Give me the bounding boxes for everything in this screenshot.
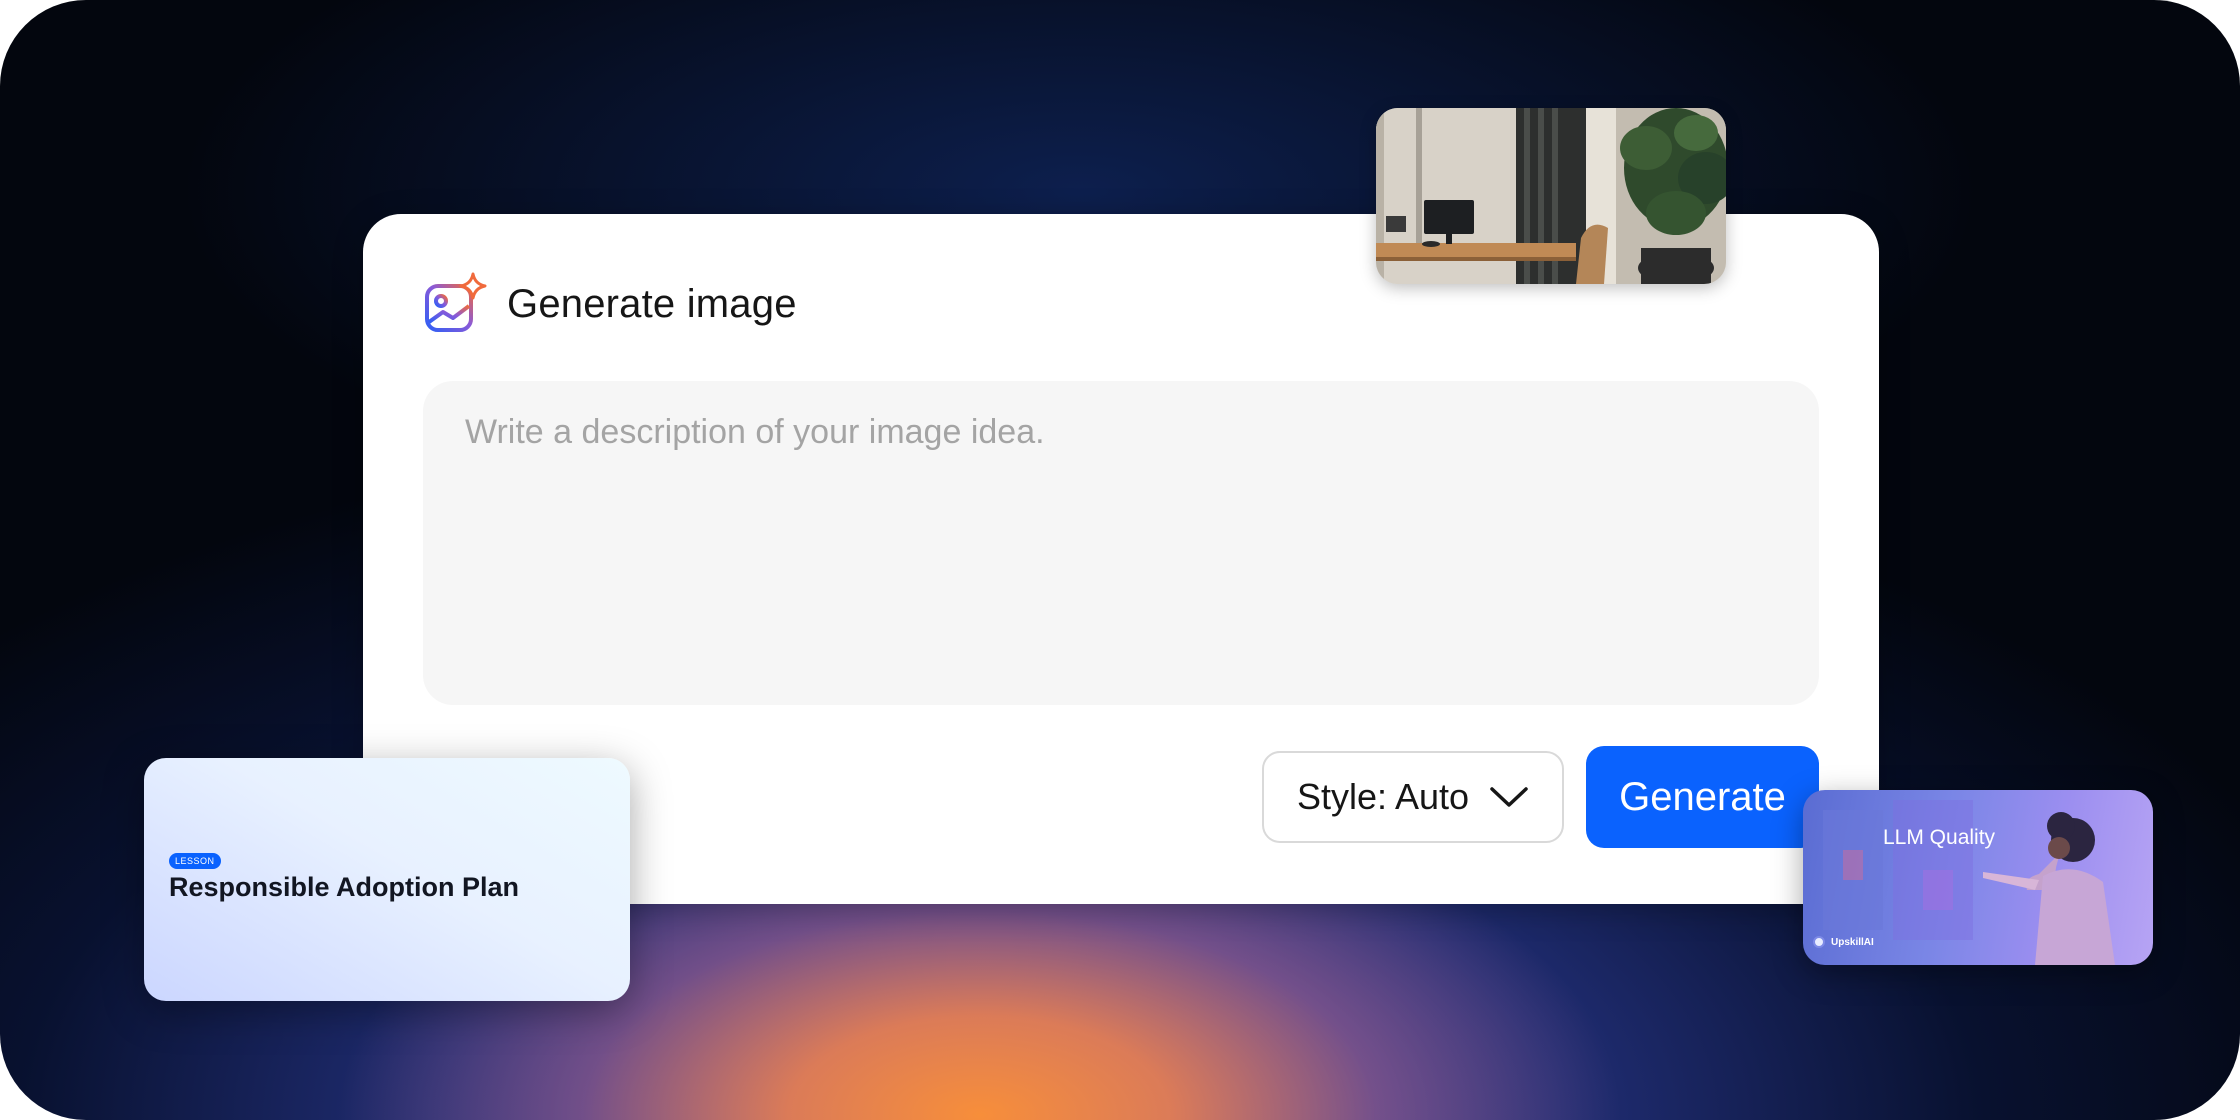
brand-logo-icon	[1813, 936, 1825, 948]
card-header: Generate image	[423, 272, 797, 336]
lesson-title: Responsible Adoption Plan	[169, 872, 520, 902]
llm-quality-card[interactable]: LLM Quality UpskillAI	[1803, 790, 2153, 965]
lesson-card[interactable]: LESSON Responsible Adoption Plan	[144, 758, 630, 1001]
brand-name: UpskillAI	[1831, 936, 1874, 948]
brand-label: UpskillAI	[1813, 936, 1874, 948]
llm-card-title: LLM Quality	[1883, 826, 1996, 849]
lesson-badge: LESSON	[169, 853, 221, 869]
office-photo-thumbnail	[1376, 108, 1726, 284]
image-sparkle-icon	[425, 272, 487, 332]
prompt-box[interactable]	[423, 381, 1819, 705]
style-select-label: Style: Auto	[1296, 776, 1470, 817]
chevron-down-icon	[1490, 787, 1528, 807]
generate-button[interactable]: Generate	[1586, 746, 1819, 848]
style-select[interactable]: Style: Auto	[1262, 751, 1564, 843]
card-title: Generate image	[507, 281, 797, 326]
background-stage: Generate image Style: Auto Generate	[0, 0, 2240, 1120]
prompt-input[interactable]	[463, 411, 1783, 679]
